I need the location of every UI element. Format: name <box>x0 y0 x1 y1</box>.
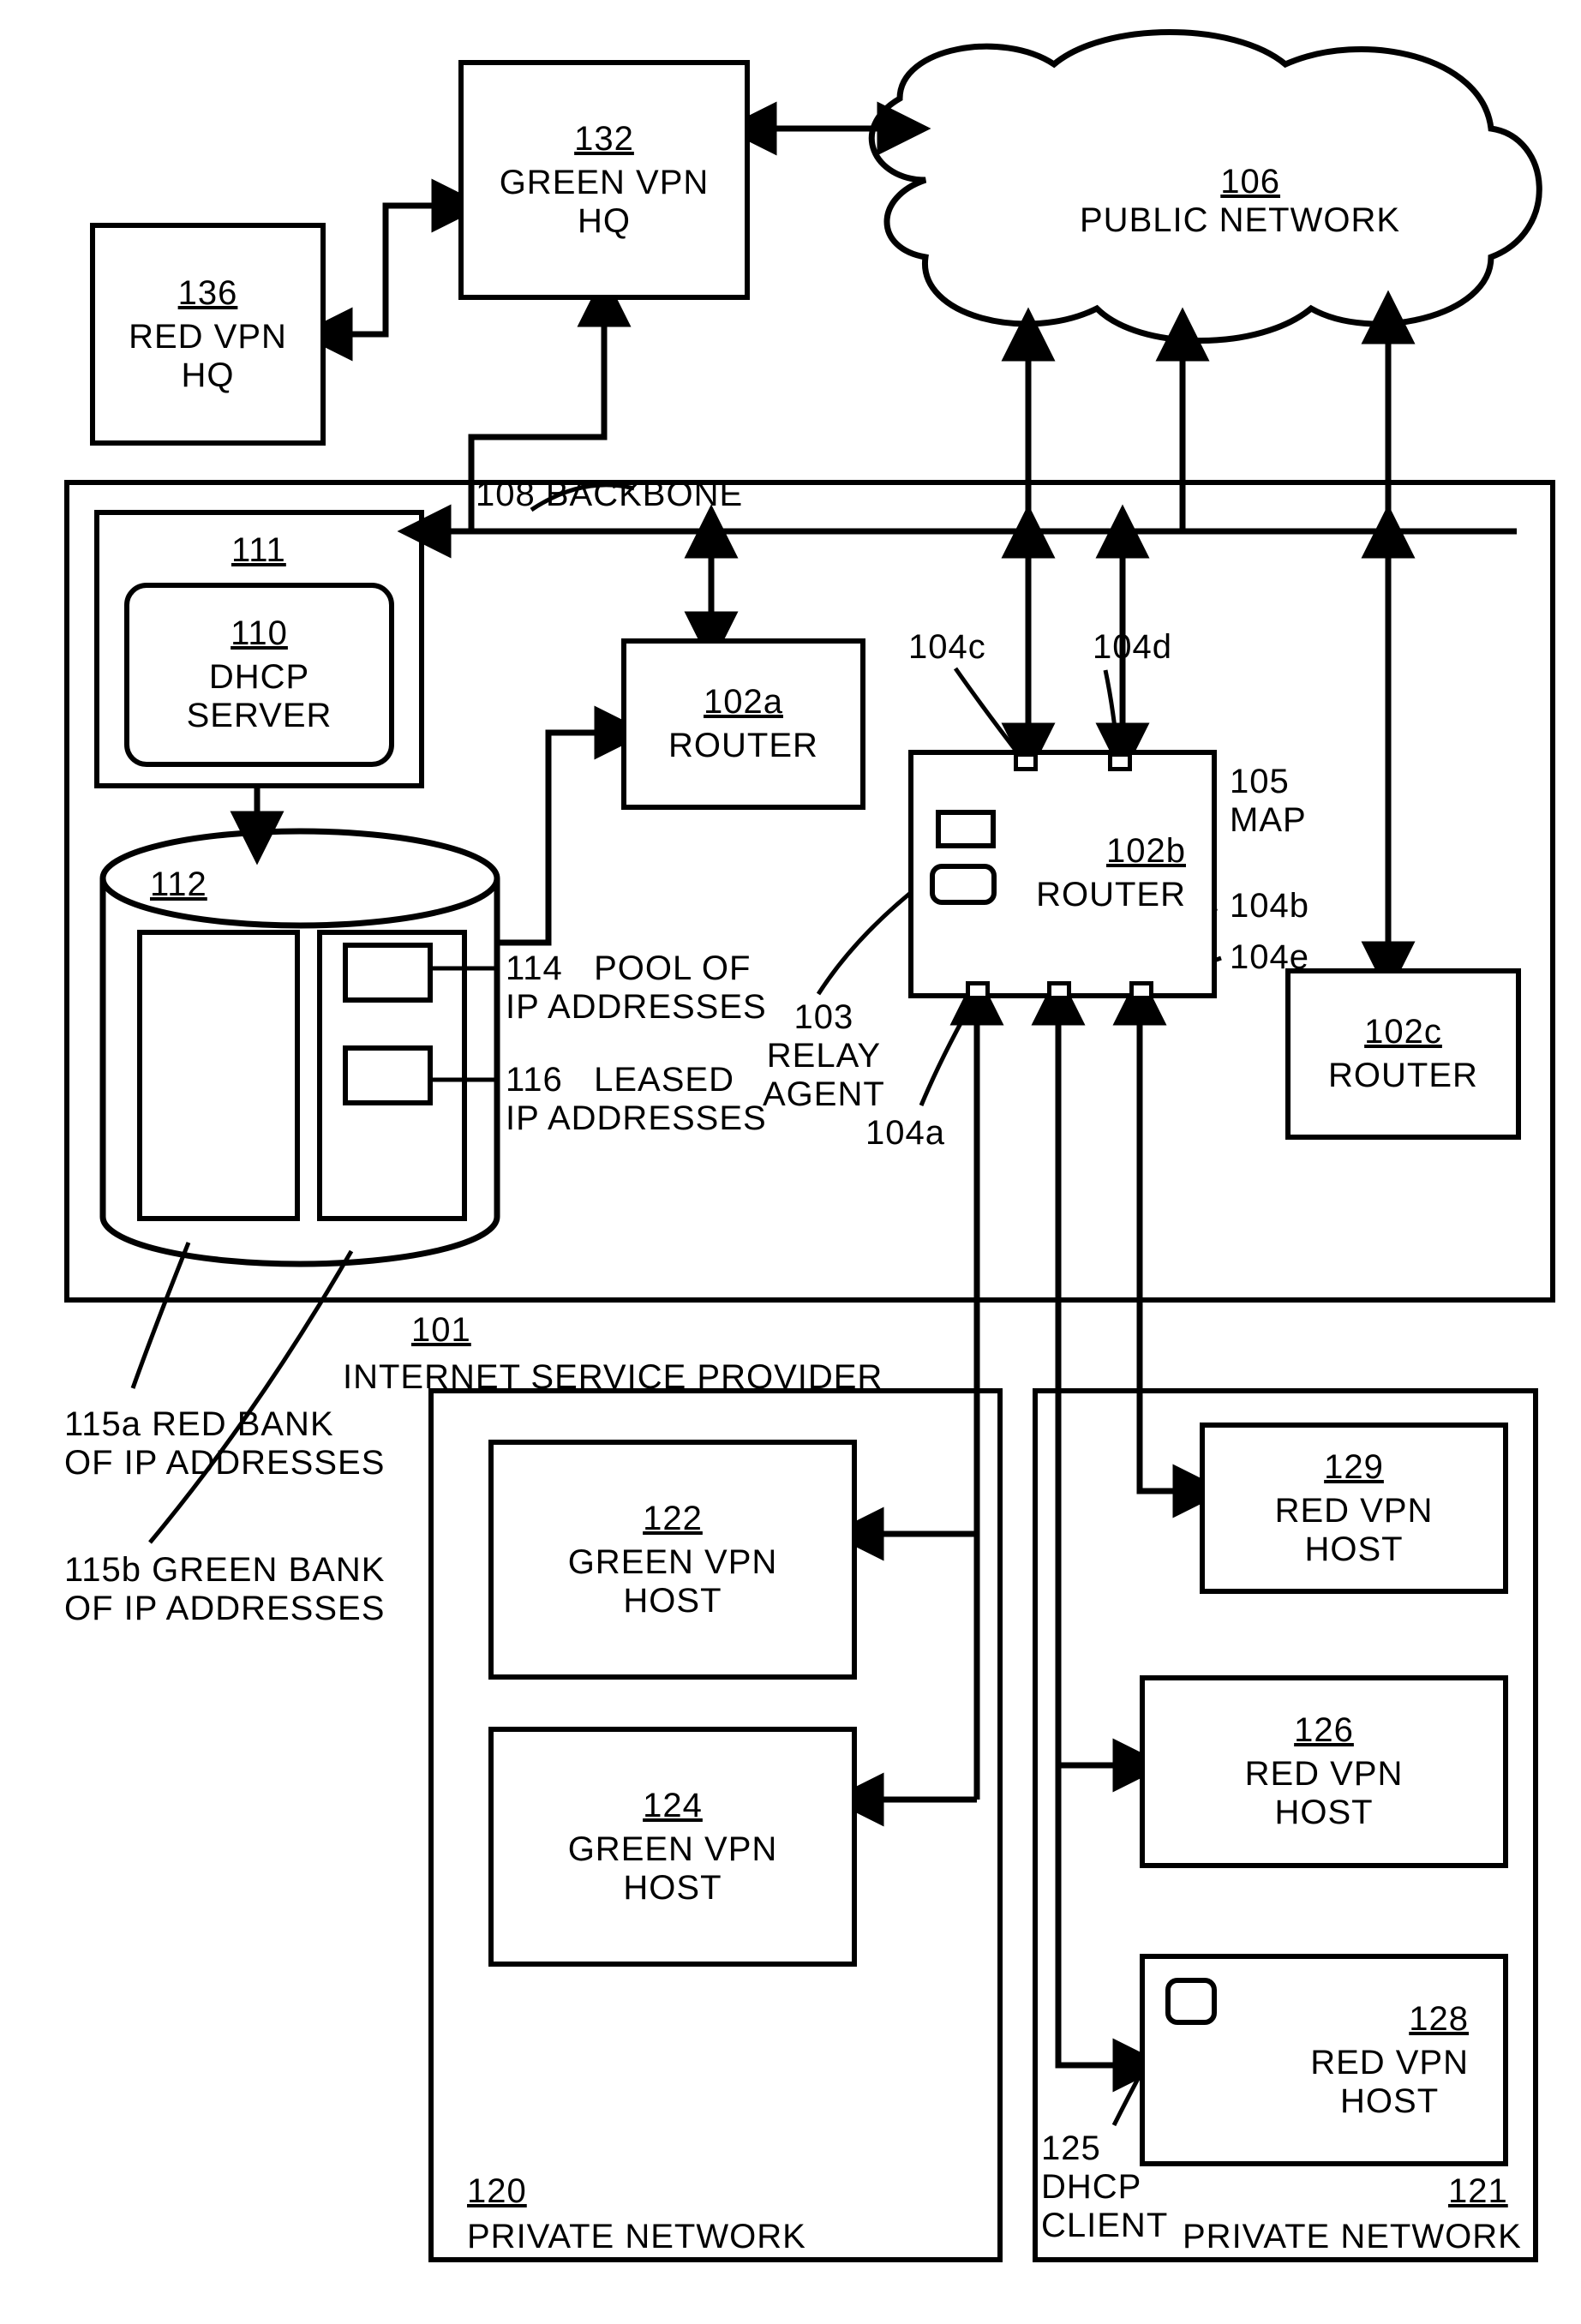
port-104b <box>1047 981 1071 1000</box>
ref-126: 126 <box>1294 1711 1354 1750</box>
anno-104b: 104b <box>1230 887 1309 925</box>
ref-129: 129 <box>1324 1448 1384 1487</box>
anno-115b: 115b GREEN BANK OF IP ADDRESSES <box>64 1551 385 1628</box>
label-102b: ROUTER <box>1036 876 1186 914</box>
node-106-public-network: 106PUBLIC NETWORK <box>1080 124 1400 240</box>
ref-132: 132 <box>574 120 634 159</box>
ref-136: 136 <box>178 274 238 313</box>
label-101-isp: 101 <box>411 1311 471 1350</box>
ref-120: 120 <box>467 2172 527 2211</box>
ref-102c: 102c <box>1364 1013 1442 1051</box>
label-124: GREEN VPNHOST <box>568 1830 778 1908</box>
rect-103-relay-agent <box>930 864 997 905</box>
anno-114: 114 POOL OF IP ADDRESSES <box>506 949 767 1027</box>
node-122-green-vpn-host: 122 GREEN VPNHOST <box>488 1440 857 1680</box>
ref-112: 112 <box>150 866 207 904</box>
rect-105-map <box>936 810 996 848</box>
node-129-red-vpn-host: 129 RED VPNHOST <box>1200 1423 1508 1594</box>
rect-116 <box>343 1045 433 1105</box>
label-102a: ROUTER <box>668 727 818 765</box>
anno-104c: 104c <box>908 628 986 667</box>
anno-105: 105 MAP <box>1230 763 1307 840</box>
ref-128: 128 <box>1409 2000 1469 2039</box>
port-104a <box>966 981 990 1000</box>
anno-108: 108 BACKBONE <box>476 476 743 514</box>
ref-121: 121 <box>1448 2172 1508 2211</box>
label-126: RED VPNHOST <box>1245 1755 1404 1832</box>
ref-102a: 102a <box>704 683 783 722</box>
anno-104a: 104a <box>865 1114 945 1153</box>
port-104d <box>1108 752 1132 771</box>
node-110-dhcp-server: 110 DHCPSERVER <box>124 583 394 767</box>
label-120: PRIVATE NETWORK <box>467 2218 806 2256</box>
port-104e <box>1129 981 1153 1000</box>
node-126-red-vpn-host: 126 RED VPNHOST <box>1140 1675 1508 1868</box>
node-132-green-vpn-hq: 132 GREEN VPNHQ <box>458 60 750 300</box>
label-121: PRIVATE NETWORK <box>1183 2218 1522 2256</box>
port-104c <box>1014 752 1038 771</box>
node-102a-router: 102a ROUTER <box>621 638 865 810</box>
label-136: RED VPNHQ <box>129 318 287 395</box>
anno-104e: 104e <box>1230 938 1309 977</box>
anno-115a: 115a RED BANK OF IP ADDRESSES <box>64 1405 385 1482</box>
anno-125: 125 DHCP CLIENT <box>1041 2129 1168 2245</box>
label-110: DHCPSERVER <box>187 658 332 735</box>
anno-103: 103 RELAY AGENT <box>763 998 885 1114</box>
ref-111: 111 <box>231 531 286 570</box>
label-132: GREEN VPNHQ <box>500 164 710 241</box>
label-102c: ROUTER <box>1328 1057 1478 1095</box>
label-128: RED VPNHOST <box>1310 2044 1469 2121</box>
anno-104d: 104d <box>1093 628 1172 667</box>
ref-110: 110 <box>231 614 288 653</box>
ref-124: 124 <box>643 1787 703 1825</box>
rect-114 <box>343 943 433 1003</box>
node-124-green-vpn-host: 124 GREEN VPNHOST <box>488 1727 857 1967</box>
rect-115a <box>137 930 300 1221</box>
label-129: RED VPNHOST <box>1275 1492 1434 1569</box>
ref-122: 122 <box>643 1500 703 1538</box>
node-136-red-vpn-hq: 136 RED VPNHQ <box>90 223 326 446</box>
label-122: GREEN VPNHOST <box>568 1543 778 1620</box>
node-102c-router: 102c ROUTER <box>1285 968 1521 1140</box>
anno-116: 116 LEASED IP ADDRESSES <box>506 1061 767 1138</box>
rect-125-dhcp-client <box>1165 1978 1217 2025</box>
ref-102b: 102b <box>1106 832 1186 871</box>
